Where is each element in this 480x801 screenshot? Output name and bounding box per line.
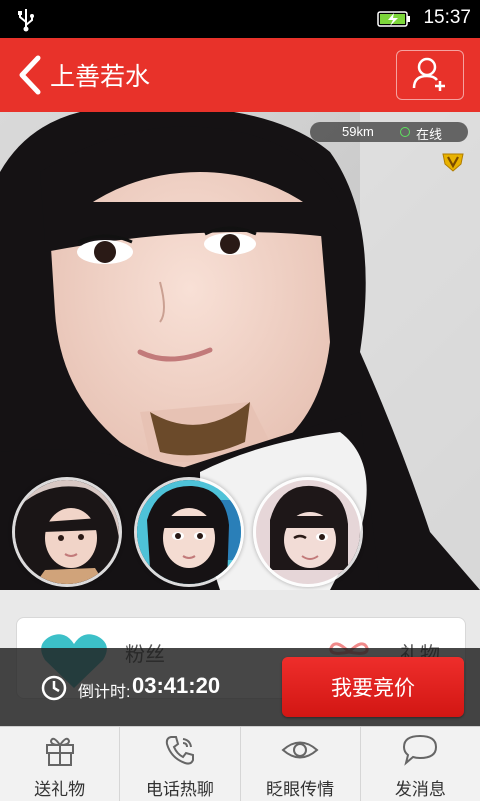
thumbnail-image — [256, 480, 360, 584]
tab-label: 送礼物 — [34, 780, 86, 799]
photo-thumbnail-3[interactable] — [253, 477, 363, 587]
status-clock: 15:37 — [423, 7, 471, 28]
chevron-left-icon — [19, 55, 41, 95]
add-friend-icon — [412, 57, 445, 91]
online-status: 在线 — [416, 127, 443, 142]
eye-icon — [281, 741, 319, 759]
status-bar: 15:37 — [0, 0, 480, 38]
photo-thumbnail-2[interactable] — [134, 477, 244, 587]
usb-icon — [18, 9, 34, 32]
auction-bar: 倒计时: 03:41:20 我要竞价 — [0, 648, 480, 726]
distance-value: 59km — [342, 124, 374, 139]
tab-wink[interactable]: 眨眼传情 — [241, 727, 361, 801]
bottom-tab-bar: 送礼物 电话热聊 眨眼传情 发消息 — [0, 726, 480, 801]
tab-label: 眨眼传情 — [266, 780, 335, 799]
tab-send-gift[interactable]: 送礼物 — [0, 727, 121, 801]
title-bar: 上善若水 — [0, 38, 480, 112]
photo-thumbnail-1[interactable] — [12, 477, 122, 587]
online-dot-icon — [400, 127, 410, 137]
thumbnail-image — [137, 480, 241, 584]
back-button[interactable] — [14, 54, 44, 96]
bid-button[interactable]: 我要竞价 — [282, 657, 464, 717]
clock-icon — [41, 675, 67, 701]
thumbnail-image — [15, 480, 119, 584]
tab-phone-chat[interactable]: 电话热聊 — [120, 727, 241, 801]
phone-icon — [165, 736, 194, 765]
vip-badge-icon — [442, 153, 464, 172]
gift-icon — [45, 737, 74, 766]
message-bubble-icon — [403, 734, 438, 766]
tab-label: 发消息 — [394, 780, 446, 799]
countdown-label: 倒计时: — [78, 684, 131, 701]
tab-send-message[interactable]: 发消息 — [361, 727, 480, 801]
countdown-timer: 03:41:20 — [132, 673, 221, 698]
page-title: 上善若水 — [50, 63, 151, 91]
battery-charging-icon — [377, 11, 410, 27]
distance-badge: 59km 在线 — [310, 122, 468, 142]
tab-label: 电话热聊 — [145, 780, 214, 799]
add-friend-button[interactable] — [396, 50, 464, 100]
